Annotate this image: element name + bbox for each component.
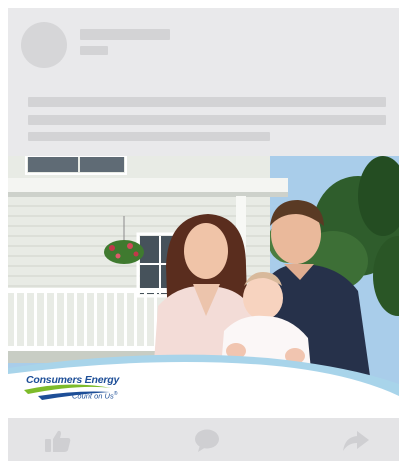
post-text-placeholder-line-2 — [28, 115, 386, 125]
brand-tagline: Count on Us — [72, 391, 114, 401]
thumbs-up-icon — [45, 430, 71, 452]
author-name-placeholder — [80, 29, 170, 40]
brand-name: Consumers Energy — [26, 374, 120, 386]
speech-bubble-icon — [195, 429, 219, 452]
post-time-placeholder — [80, 46, 108, 55]
post-text-placeholder-line-1 — [28, 97, 386, 107]
brand-tagline-group: Count on Us® — [72, 391, 117, 401]
ad-image[interactable]: Consumers Energy Count on Us® — [8, 156, 399, 418]
post-text-placeholder-line-3 — [28, 132, 270, 141]
share-arrow-icon — [343, 431, 369, 451]
like-button[interactable] — [44, 429, 72, 453]
post-actions-bar — [8, 418, 399, 461]
social-post-card: Consumers Energy Count on Us® — [8, 8, 399, 461]
registered-mark: ® — [113, 391, 118, 397]
post-header-placeholder — [8, 8, 399, 156]
share-button[interactable] — [342, 429, 370, 453]
comment-button[interactable] — [194, 429, 222, 453]
avatar-placeholder — [21, 22, 67, 68]
